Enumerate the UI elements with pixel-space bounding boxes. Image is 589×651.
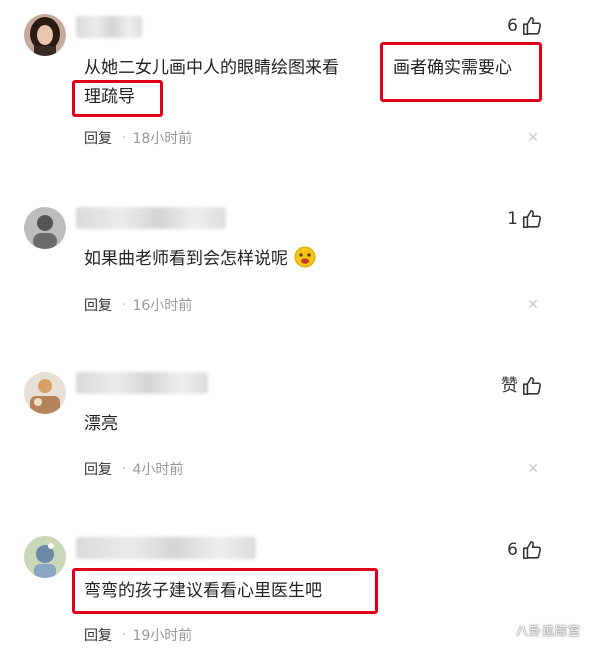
thumbs-up-icon xyxy=(521,539,543,561)
timestamp: 18小时前 xyxy=(132,131,193,147)
separator-dot: · xyxy=(122,461,127,477)
comment-text-body: 如果曲老师看到会怎样说呢 xyxy=(84,249,288,269)
timestamp: 19小时前 xyxy=(132,628,193,644)
username-blurred[interactable] xyxy=(76,207,226,229)
username-blurred[interactable] xyxy=(76,537,256,559)
comment-text: 从她二女儿画中人的眼睛绘图来看 xyxy=(84,58,339,78)
separator-dot: · xyxy=(122,130,127,146)
comment-footer: 回复 · 16小时前 xyxy=(84,295,192,315)
comment-footer: 回复 · 19小时前 xyxy=(84,625,192,645)
thumbs-up-icon xyxy=(521,208,543,230)
username-blurred[interactable] xyxy=(76,16,142,38)
separator-dot: · xyxy=(122,627,127,643)
close-icon[interactable]: ✕ xyxy=(527,128,539,148)
user-avatar[interactable] xyxy=(24,536,66,578)
username-blurred[interactable] xyxy=(76,372,208,394)
timestamp: 4小时前 xyxy=(132,462,184,478)
like-button[interactable]: 6 xyxy=(507,538,543,562)
reply-button[interactable]: 回复 xyxy=(84,295,112,315)
highlight-box xyxy=(72,80,163,117)
comment-text: 如果曲老师看到会怎样说呢 xyxy=(84,246,317,276)
user-avatar[interactable] xyxy=(24,207,66,249)
thumbs-up-icon xyxy=(521,15,543,37)
emoji-icon xyxy=(293,246,317,276)
watermark: 八卦追踪室 xyxy=(515,624,581,638)
user-avatar[interactable] xyxy=(24,14,66,56)
reply-button[interactable]: 回复 xyxy=(84,625,112,645)
like-button[interactable]: 1 xyxy=(507,207,543,231)
timestamp: 16小时前 xyxy=(132,298,193,314)
thumbs-up-icon xyxy=(521,375,543,397)
highlight-box xyxy=(380,42,542,102)
comment-text: 漂亮 xyxy=(84,414,118,434)
separator-dot: · xyxy=(122,297,127,313)
comment-footer: 回复 · 18小时前 xyxy=(84,128,192,148)
close-icon[interactable]: ✕ xyxy=(527,295,539,315)
highlight-box xyxy=(72,568,378,614)
like-button[interactable]: 赞 xyxy=(501,374,543,398)
like-button[interactable]: 6 xyxy=(507,14,543,38)
like-count: 6 xyxy=(507,540,518,560)
reply-button[interactable]: 回复 xyxy=(84,459,112,479)
like-count: 1 xyxy=(507,209,518,229)
comment-footer: 回复 · 4小时前 xyxy=(84,459,183,479)
reply-button[interactable]: 回复 xyxy=(84,128,112,148)
like-count: 6 xyxy=(507,16,518,36)
like-count: 赞 xyxy=(501,376,518,396)
close-icon[interactable]: ✕ xyxy=(527,459,539,479)
user-avatar[interactable] xyxy=(24,372,66,414)
